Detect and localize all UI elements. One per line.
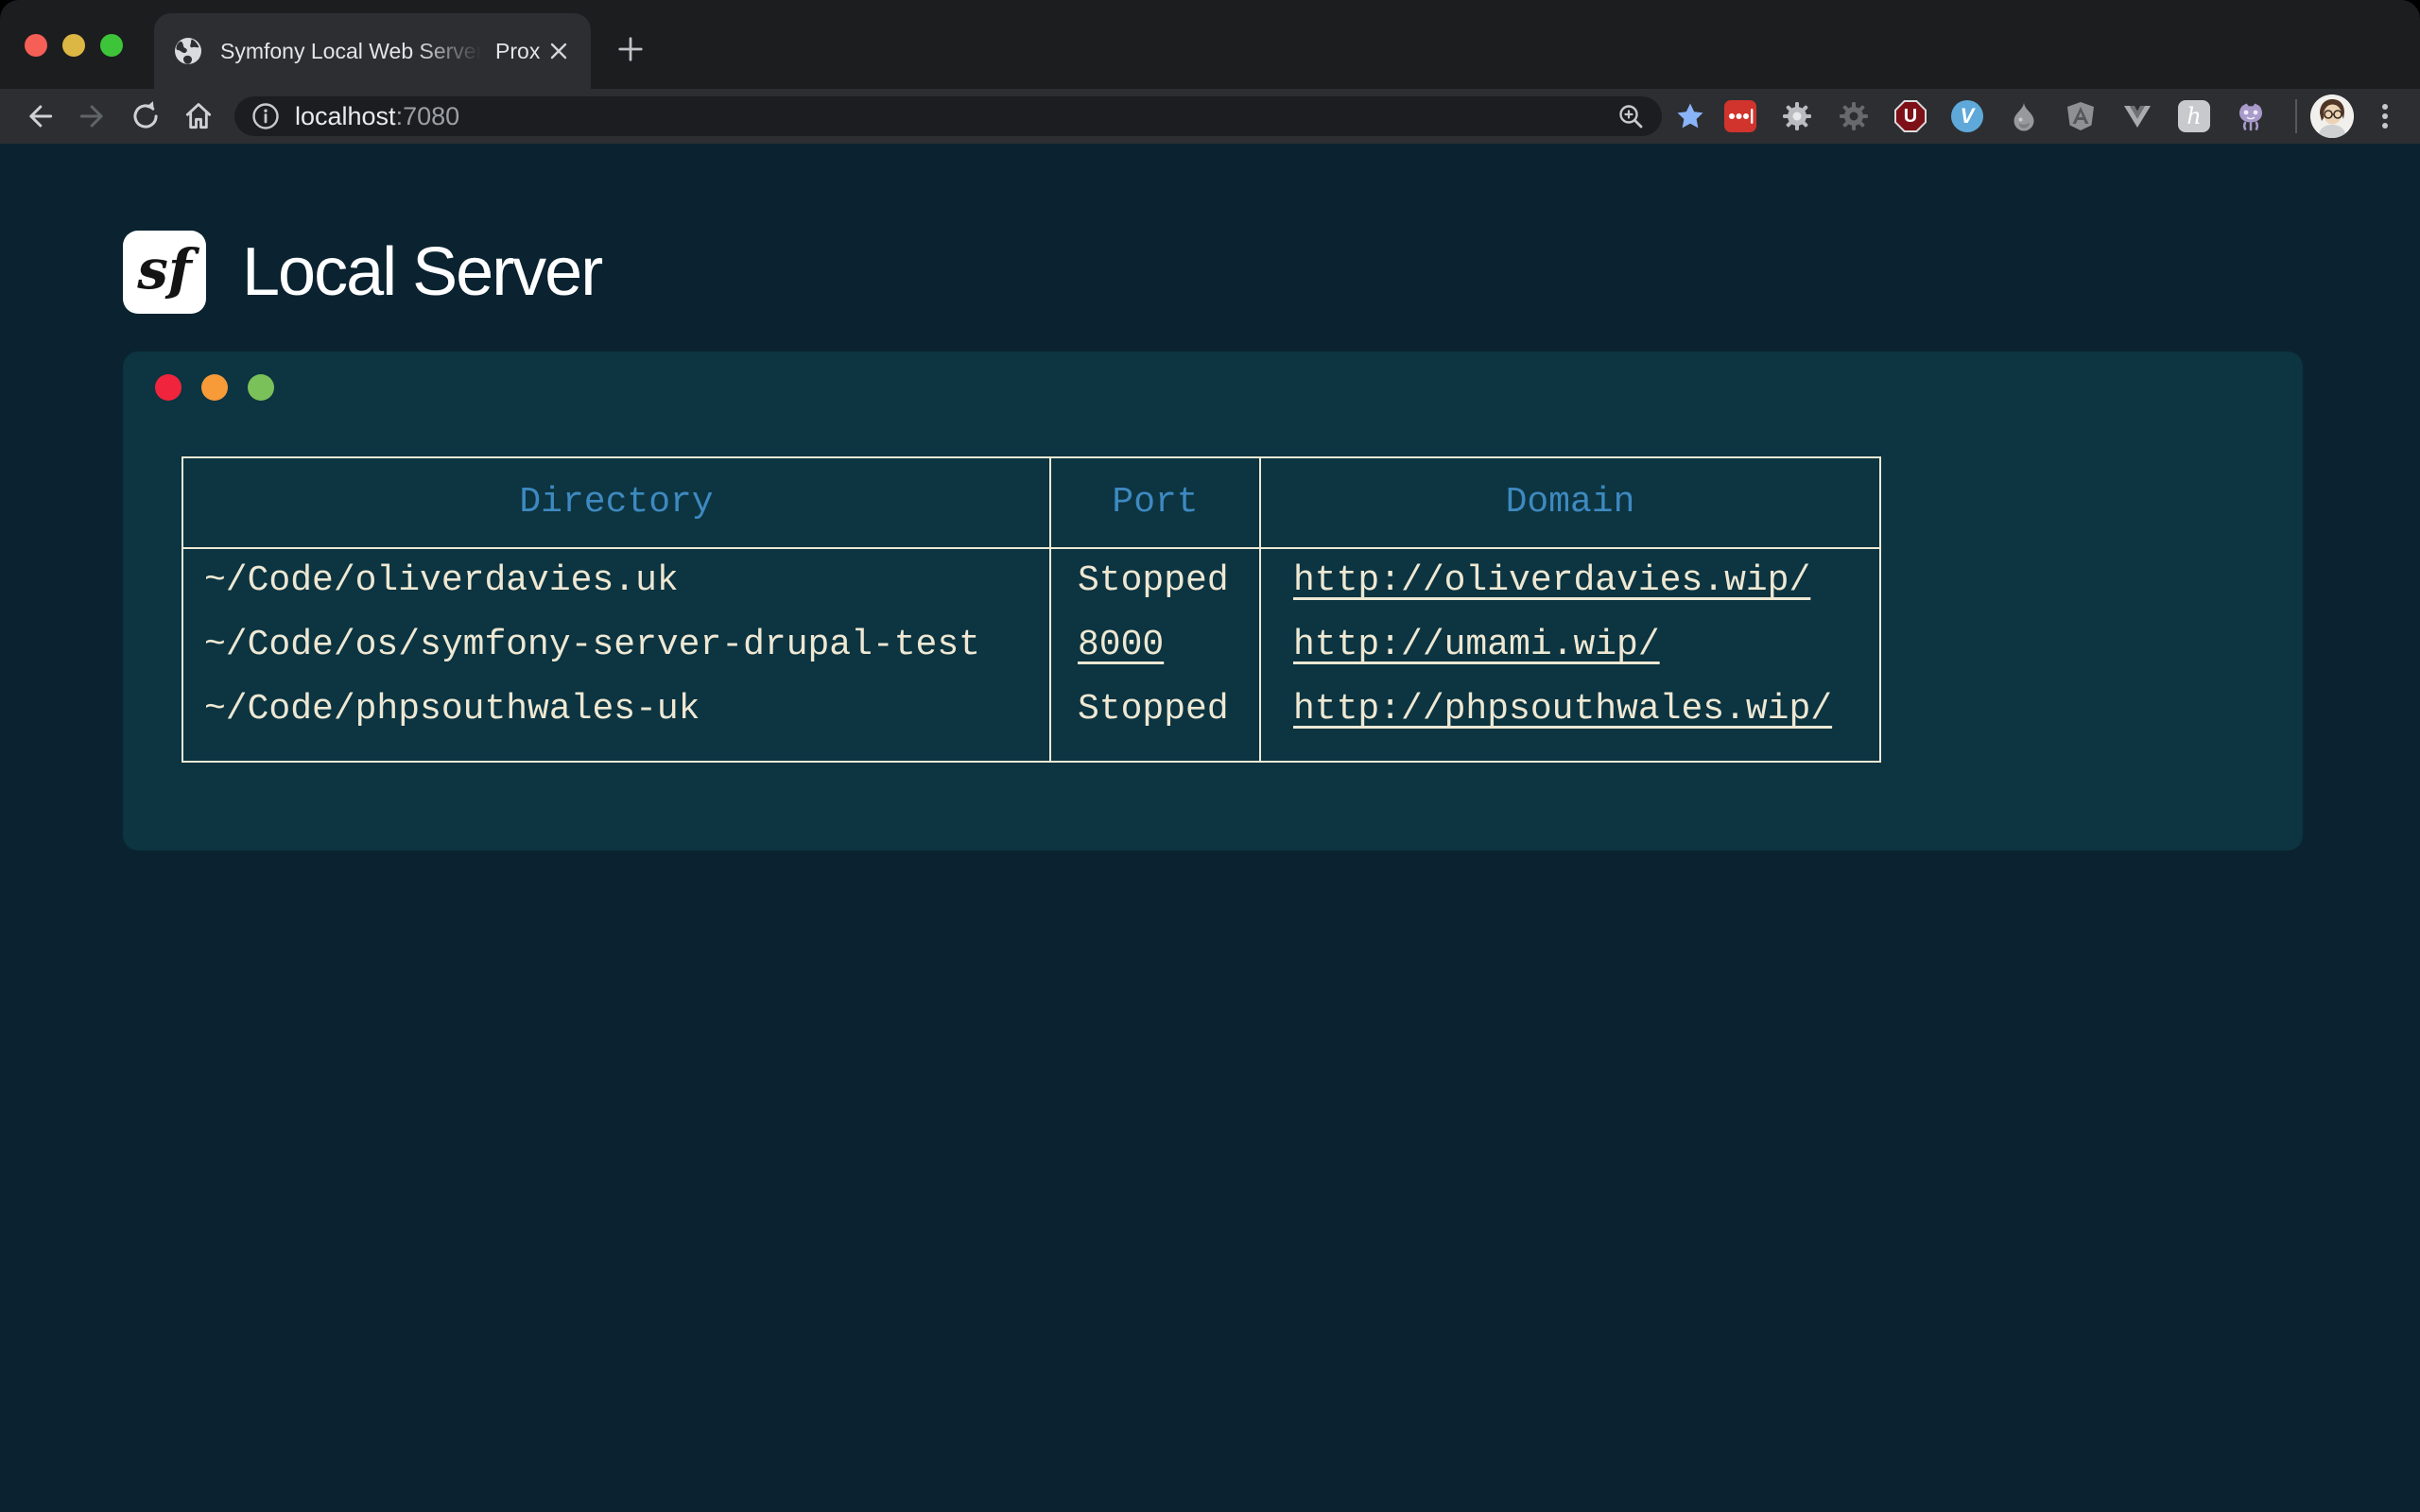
github-octocat-extension-icon[interactable] — [2235, 100, 2267, 132]
port-link[interactable]: 8000 — [1078, 625, 1164, 665]
tab-close-icon[interactable] — [542, 34, 576, 68]
bookmark-star-icon[interactable] — [1669, 95, 1711, 137]
port-status: Stopped — [1050, 548, 1260, 613]
profile-avatar[interactable] — [2310, 94, 2354, 138]
browser-window: Symfony Local Web Server: Prox — [0, 0, 2420, 1512]
page-content: sf Local Server Directory Port Domain — [0, 144, 2420, 1512]
column-header-port: Port — [1050, 457, 1260, 548]
honey-h-extension-icon[interactable]: h — [2178, 100, 2210, 132]
forward-button[interactable] — [72, 95, 113, 137]
page-title: Local Server — [242, 233, 601, 311]
domain-link[interactable]: http://umami.wip/ — [1293, 625, 1660, 665]
v-blue-circle-extension-icon[interactable]: V — [1951, 100, 1983, 132]
card-green-dot-icon — [248, 374, 274, 401]
page-header: sf Local Server — [123, 231, 2420, 314]
back-button[interactable] — [19, 95, 60, 137]
globe-favicon-icon — [173, 36, 203, 66]
drupal-drop-extension-icon[interactable] — [2008, 100, 2040, 132]
domain-link[interactable]: http://oliverdavies.wip/ — [1293, 560, 1810, 601]
directory-cell: ~/Code/oliverdavies.uk — [182, 548, 1050, 613]
table-row: ~/Code/phpsouthwales-uk Stopped http://p… — [182, 678, 1880, 762]
symfony-logo-icon: sf — [123, 231, 206, 314]
port-status: Stopped — [1050, 678, 1260, 762]
card-window-dots — [155, 374, 2303, 401]
tab-title-fade — [417, 39, 493, 64]
window-minimize-button[interactable] — [62, 34, 85, 57]
toolbar-separator — [2295, 99, 2297, 133]
tab-title: Symfony Local Web Server: Prox — [220, 39, 542, 64]
vue-chevron-extension-icon[interactable] — [2121, 100, 2153, 132]
extensions-bar: U V — [1724, 100, 2267, 132]
zoom-in-icon[interactable] — [1616, 102, 1645, 130]
reload-button[interactable] — [125, 95, 166, 137]
window-controls — [25, 34, 123, 57]
ublock-origin-extension-icon[interactable]: U — [1894, 100, 1927, 132]
url-text: localhost:7080 — [295, 102, 459, 131]
window-zoom-button[interactable] — [100, 34, 123, 57]
servers-table: Directory Port Domain ~/Code/oliverdavie… — [182, 456, 1881, 763]
table-header-row: Directory Port Domain — [182, 457, 1880, 548]
gear-disabled-extension-icon[interactable] — [1838, 100, 1870, 132]
browser-toolbar: localhost:7080 — [0, 89, 2420, 144]
gear-extension-icon[interactable] — [1781, 100, 1813, 132]
new-tab-button[interactable] — [610, 28, 651, 70]
window-close-button[interactable] — [25, 34, 47, 57]
directory-cell: ~/Code/os/symfony-server-drupal-test — [182, 613, 1050, 678]
column-header-domain: Domain — [1260, 457, 1880, 548]
angular-shield-extension-icon[interactable] — [2065, 100, 2097, 132]
card-orange-dot-icon — [201, 374, 228, 401]
address-bar[interactable]: localhost:7080 — [234, 96, 1662, 136]
column-header-directory: Directory — [182, 457, 1050, 548]
card-red-dot-icon — [155, 374, 182, 401]
domain-link[interactable]: http://phpsouthwales.wip/ — [1293, 689, 1832, 730]
home-button[interactable] — [178, 95, 219, 137]
page-info-icon[interactable] — [251, 102, 280, 130]
tab-strip: Symfony Local Web Server: Prox — [0, 0, 2420, 89]
table-row: ~/Code/oliverdavies.uk Stopped http://ol… — [182, 548, 1880, 613]
browser-menu-icon[interactable] — [2369, 95, 2401, 137]
server-card: Directory Port Domain ~/Code/oliverdavie… — [123, 352, 2303, 850]
lastpass-extension-icon[interactable] — [1724, 100, 1756, 132]
browser-tab[interactable]: Symfony Local Web Server: Prox — [154, 13, 591, 89]
directory-cell: ~/Code/phpsouthwales-uk — [182, 678, 1050, 762]
table-row: ~/Code/os/symfony-server-drupal-test 800… — [182, 613, 1880, 678]
